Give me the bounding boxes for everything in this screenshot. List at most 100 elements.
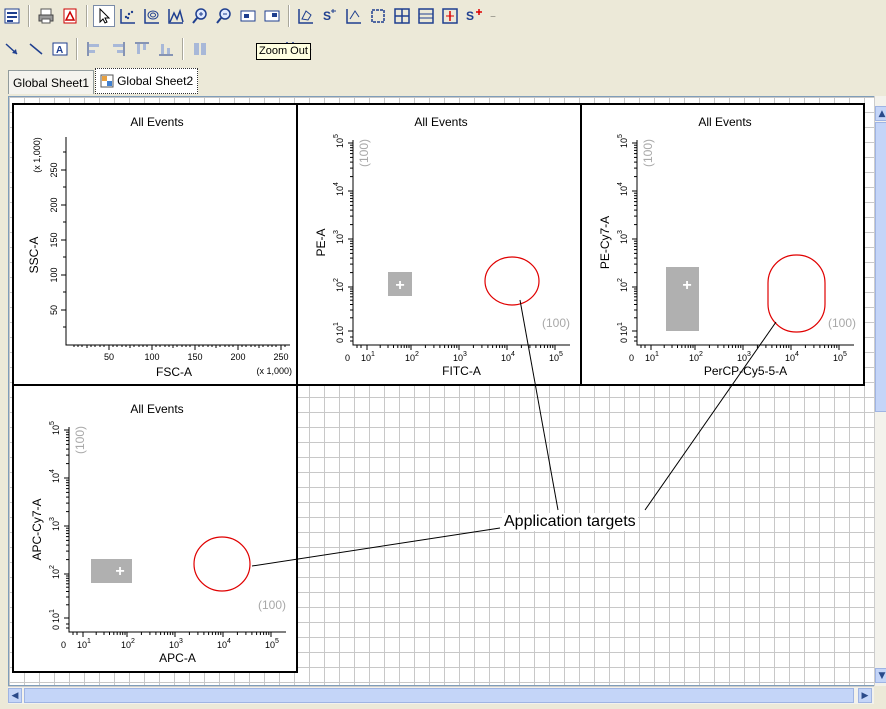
main-toolbar: S S –	[0, 0, 886, 32]
align-top-icon[interactable]	[131, 38, 153, 60]
y-axis-label: APC-Cy7-A	[30, 498, 44, 560]
y-tick-label: 103	[333, 230, 345, 244]
gate-plus-icon: +	[115, 563, 124, 580]
x-axis-label: FSC-A	[156, 365, 192, 379]
y-tick-label: 104	[617, 182, 629, 196]
binner-icon[interactable]	[415, 5, 437, 27]
align-left-icon[interactable]	[83, 38, 105, 60]
x-tick: 250	[273, 352, 288, 362]
plot-title: All Events	[698, 115, 751, 129]
x-axis-label: FITC-A	[442, 364, 481, 378]
axis-scale-label-x: (100)	[828, 316, 856, 330]
y-tick: 50	[49, 305, 59, 315]
svg-text:A: A	[56, 45, 63, 56]
y-tick-label: 105	[333, 134, 345, 148]
application-target[interactable]	[193, 536, 251, 592]
y-tick-label: 102	[49, 565, 61, 579]
x-tick: 50	[104, 352, 114, 362]
histogram-icon[interactable]	[165, 5, 187, 27]
y-tick-label: 103	[49, 517, 61, 531]
scroll-right-button[interactable]: ▶	[858, 688, 872, 703]
worksheet-icon	[100, 74, 114, 88]
application-target[interactable]	[767, 254, 826, 333]
scroll-down-button[interactable]: ▼	[875, 668, 886, 683]
scroll-left-button[interactable]: ◀	[8, 688, 22, 703]
pointer-icon[interactable]	[93, 5, 115, 27]
horizontal-scrollbar[interactable]: ◀ ▶	[8, 686, 874, 704]
y-tick-label: 101	[49, 609, 61, 623]
x-tick-labels: 50 100 150 200 250	[104, 352, 289, 362]
x-tick-label: 104	[501, 351, 515, 363]
toolbar-separator	[182, 38, 184, 60]
distribute-icon[interactable]	[189, 38, 211, 60]
grid-toggle-icon[interactable]	[237, 5, 259, 27]
axis-scale-label-y: (100)	[357, 139, 371, 167]
x-tick-label: 105	[549, 351, 563, 363]
application-target[interactable]	[484, 256, 540, 306]
x-tick-label: 104	[785, 351, 799, 363]
plot-fsc-ssc[interactable]: All Events 50 100 150 200 250 (x 1,000) …	[12, 103, 298, 386]
print-icon[interactable]	[35, 5, 57, 27]
plot-apc-apccy7[interactable]: All Events + (100) (100) 0 0 101 101 102 102 1…	[12, 384, 298, 673]
zoom-in-icon[interactable]	[189, 5, 211, 27]
align-bottom-icon[interactable]	[155, 38, 177, 60]
spider-gate-icon[interactable]: S	[463, 5, 485, 27]
align-right-icon[interactable]	[107, 38, 129, 60]
vertical-scrollbar[interactable]: ▲ ▼	[874, 96, 886, 686]
scroll-thumb[interactable]	[875, 122, 886, 412]
y-tick-label: 104	[333, 182, 345, 196]
axis-ticks	[64, 429, 272, 637]
contour-plot-icon[interactable]	[141, 5, 163, 27]
y-tick-labels: 50 100 150 200 250	[49, 162, 59, 315]
axis-ticks	[632, 142, 840, 350]
toolbar-grip[interactable]: –	[490, 9, 496, 23]
rectangle-gate-icon[interactable]	[367, 5, 389, 27]
interval-gate-icon[interactable]	[343, 5, 365, 27]
line-icon[interactable]	[25, 38, 47, 60]
scroll-up-button[interactable]: ▲	[875, 106, 886, 121]
worksheet-canvas[interactable]: All Events 50 100 150 200 250 (x 1,000) …	[8, 96, 876, 686]
polygon-gate-icon[interactable]	[295, 5, 317, 27]
x-tick: 100	[144, 352, 159, 362]
scroll-thumb[interactable]	[24, 688, 854, 703]
y-tick-zero: 0	[51, 625, 61, 630]
tab-label: Global Sheet2	[117, 74, 194, 88]
sheet-tabs: Global Sheet1 Global Sheet2	[8, 68, 199, 96]
x-tick-label: 101	[361, 351, 375, 363]
x-tick-zero: 0	[629, 353, 634, 363]
y-tick-zero: 0	[335, 338, 345, 343]
y-tick-label: 101	[333, 322, 345, 336]
zoom-out-icon[interactable]	[213, 5, 235, 27]
x-tick-label: 105	[265, 638, 279, 650]
plot-percp-pecy7[interactable]: All Events + (100) (100) 0 0 101 101 102 102 1…	[580, 103, 865, 386]
x-tick-label: 101	[77, 638, 91, 650]
text-box-icon[interactable]: A	[49, 38, 71, 60]
axis-scale-label-x: (100)	[542, 316, 570, 330]
y-tick-label: 102	[333, 278, 345, 292]
x-axis-label: APC-A	[159, 651, 196, 665]
tab-global-sheet1[interactable]: Global Sheet1	[8, 70, 95, 94]
y-tick: 150	[49, 232, 59, 247]
x-tick: 150	[187, 352, 202, 362]
snap-to-gate-icon[interactable]: S	[319, 5, 341, 27]
x-tick-label: 101	[645, 351, 659, 363]
gate-rectangle[interactable]	[91, 559, 132, 583]
pdf-icon[interactable]	[59, 5, 81, 27]
interval-range-icon[interactable]	[439, 5, 461, 27]
toolbar-separator	[28, 5, 30, 27]
axis-scale-label-y: (100)	[641, 139, 655, 167]
gate-plus-icon: +	[395, 277, 404, 294]
scatter-plot-icon[interactable]	[117, 5, 139, 27]
tooltip: Zoom Out	[256, 43, 311, 60]
x-tick: 200	[230, 352, 245, 362]
gate-view-icon[interactable]	[261, 5, 283, 27]
quadrant-gate-icon[interactable]	[391, 5, 413, 27]
gate-plus-icon: +	[682, 277, 691, 294]
tab-global-sheet2[interactable]: Global Sheet2	[95, 68, 199, 94]
arrow-icon[interactable]	[1, 38, 23, 60]
properties-icon[interactable]	[1, 5, 23, 27]
svg-text:S: S	[323, 9, 331, 23]
plot-fitc-pe[interactable]: All Events + (100) (100) 0 0 101 101 102 102 1…	[296, 103, 582, 386]
y-axis-label: PE-Cy7-A	[598, 216, 612, 269]
axis-scale-label-x: (100)	[258, 598, 286, 612]
